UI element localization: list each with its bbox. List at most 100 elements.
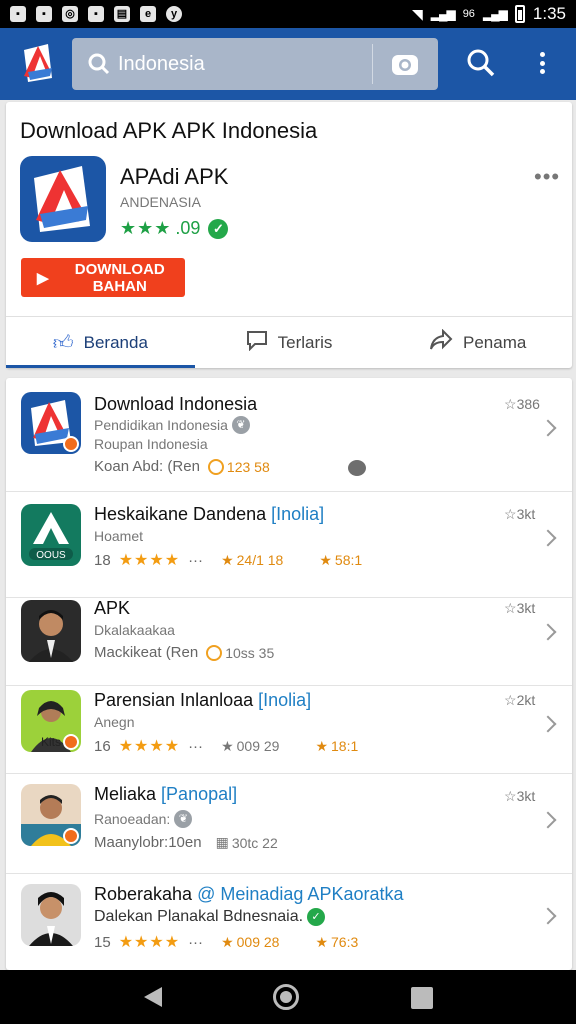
back-icon[interactable] bbox=[144, 987, 162, 1007]
svg-text:Kits: Kits bbox=[41, 735, 61, 749]
list-item[interactable]: Kits Parensian Inlanloaa [Inolia] Anegn … bbox=[6, 686, 572, 774]
app-title: Heskaikane Dandena [Inolia] bbox=[94, 504, 325, 524]
app-meta: Mackikeat (Ren 10ss 35 bbox=[94, 644, 275, 661]
app-logo-icon[interactable] bbox=[20, 42, 56, 86]
app-meta: Maanylobr:10en ▦ 30tc 22 bbox=[94, 834, 278, 851]
tab-label: Penama bbox=[463, 332, 527, 352]
tab-label: Terlaris bbox=[277, 332, 333, 352]
star-rating-icon: ★★★★ bbox=[118, 552, 181, 569]
photo-icon: ▪ bbox=[10, 6, 26, 22]
leaf-icon: ❦ bbox=[231, 416, 250, 434]
app-subtitle: Dkalakaakaa bbox=[94, 622, 175, 638]
more-options-icon[interactable] bbox=[534, 46, 550, 80]
system-nav-bar bbox=[0, 970, 576, 1024]
list-item[interactable]: OOUS Heskaikane Dandena [Inolia] Hoamet … bbox=[6, 492, 572, 598]
list-item[interactable]: Meliaka [Panopal] Ranoeadan: ❦ Maanylobr:… bbox=[6, 774, 572, 874]
app-meta: 18 ★★★★ ··· ★ 24/1 18 ★ 58:1 bbox=[94, 551, 363, 570]
app-publisher: ANDENASIA bbox=[120, 194, 201, 210]
search-icon[interactable] bbox=[466, 48, 496, 78]
search-box[interactable] bbox=[72, 38, 438, 90]
chevron-right-icon[interactable] bbox=[539, 811, 557, 829]
app-meta: 15 ★★★★ ··· ★ 009 28 ★ 76:3 bbox=[94, 933, 359, 952]
badge-icon bbox=[63, 436, 79, 452]
star-count: ☆2kt bbox=[504, 692, 536, 708]
app-subtitle: Pendidikan Indonesia ❦ bbox=[94, 416, 250, 434]
list-item[interactable]: Download Indonesia Pendidikan Indonesia ❦… bbox=[6, 378, 572, 492]
signal-label: 96 bbox=[462, 8, 475, 20]
more-icon[interactable]: ••• bbox=[534, 164, 560, 190]
page-title: Download APK APK Indonesia bbox=[20, 118, 318, 143]
app-subtitle: Dalekan Planakal Bdnesnaia. ✓ bbox=[94, 908, 326, 926]
star-count: ☆3kt bbox=[504, 788, 536, 804]
app-title: Roberakaha @ Meinadiag APKaoratka bbox=[94, 884, 404, 904]
app-category: Roupan Indonesia bbox=[94, 436, 208, 452]
verified-icon: ✓ bbox=[208, 218, 229, 239]
signal-icon: ▂▄▆ bbox=[482, 7, 508, 21]
rating-icon bbox=[207, 458, 224, 475]
tab-terlaris[interactable]: Terlaris bbox=[195, 317, 384, 368]
avatar bbox=[21, 884, 81, 946]
app-subtitle: Ranoeadan: ❦ bbox=[94, 810, 193, 828]
star-rating-icon: ★★★★ bbox=[118, 934, 181, 951]
yahoo-icon: y bbox=[166, 6, 182, 22]
app-subtitle: Hoamet bbox=[94, 528, 144, 544]
instagram-icon: ◎ bbox=[62, 6, 78, 22]
app-title: Download Indonesia bbox=[94, 394, 258, 414]
tab-beranda[interactable]: 👍︎ Beranda bbox=[6, 317, 195, 368]
avatar: Kits bbox=[21, 690, 81, 752]
tab-bar: 👍︎ Beranda Terlaris Penama bbox=[6, 316, 572, 368]
badge-icon bbox=[63, 828, 79, 844]
home-icon[interactable] bbox=[273, 984, 299, 1010]
app-title: Parensian Inlanloaa [Inolia] bbox=[94, 690, 312, 710]
chat-icon bbox=[348, 460, 366, 476]
svg-text:OOUS: OOUS bbox=[36, 550, 66, 561]
star-rating-icon: ★★★★ bbox=[118, 738, 181, 755]
app-name: APAdi APK bbox=[120, 164, 229, 189]
more-dots: ··· bbox=[188, 551, 204, 569]
app-icon bbox=[21, 392, 81, 454]
chevron-right-icon[interactable] bbox=[539, 715, 557, 733]
star-count: ☆3kt bbox=[504, 506, 536, 522]
app-icon: OOUS bbox=[21, 504, 81, 566]
chevron-right-icon[interactable] bbox=[539, 907, 557, 925]
more-dots: ··· bbox=[188, 933, 204, 951]
share-icon bbox=[429, 328, 453, 356]
camera-icon[interactable] bbox=[390, 50, 420, 78]
signal-icon: ▂▄▆ bbox=[430, 7, 456, 21]
app-bar bbox=[0, 28, 576, 100]
photo-icon: ▪ bbox=[36, 6, 52, 22]
comment-icon bbox=[246, 329, 268, 356]
chevron-right-icon[interactable] bbox=[539, 419, 557, 437]
list-item[interactable]: Roberakaha @ Meinadiag APKaoratka Daleka… bbox=[6, 874, 572, 970]
chevron-right-icon[interactable] bbox=[539, 623, 557, 641]
thumbs-up-icon: 👍︎ bbox=[52, 331, 74, 354]
app-title: APK bbox=[94, 598, 131, 618]
recent-apps-icon[interactable] bbox=[411, 987, 433, 1009]
download-label: DOWNLOAD BAHAN bbox=[74, 260, 165, 295]
tab-penama[interactable]: Penama bbox=[383, 317, 572, 368]
star-count: ☆386 bbox=[504, 396, 540, 412]
tab-label: Beranda bbox=[83, 332, 148, 352]
search-input[interactable] bbox=[118, 52, 378, 76]
photo-icon: ▪ bbox=[88, 6, 104, 22]
play-icon: ▶ bbox=[37, 269, 49, 287]
avatar bbox=[21, 784, 81, 846]
app-header-card: Download APK APK Indonesia APAdi APK AND… bbox=[6, 102, 572, 368]
app-list: Download Indonesia Pendidikan Indonesia ❦… bbox=[6, 378, 572, 970]
clock: 1:35 bbox=[532, 4, 566, 23]
app-icon[interactable] bbox=[20, 156, 106, 242]
app-meta: Koan Abd: (Ren 123 58 bbox=[94, 458, 270, 475]
list-item[interactable]: APK Dkalakaakaa Mackikeat (Ren 10ss 35 ☆… bbox=[6, 598, 572, 686]
rating-icon bbox=[206, 644, 223, 661]
verified-icon: ✓ bbox=[307, 908, 326, 926]
more-dots: ··· bbox=[188, 737, 204, 755]
app-subtitle: Anegn bbox=[94, 714, 135, 730]
news-icon: ▤ bbox=[114, 6, 130, 22]
app-title: Meliaka [Panopal] bbox=[94, 784, 238, 804]
download-button[interactable]: ▶ DOWNLOAD BAHAN bbox=[21, 258, 185, 297]
chevron-right-icon[interactable] bbox=[539, 529, 557, 547]
search-icon bbox=[88, 53, 110, 75]
search-divider bbox=[372, 44, 373, 84]
app-meta: 16 ★★★★ ··· ★ 009 29 ★ 18:1 bbox=[94, 737, 359, 756]
avatar bbox=[21, 600, 81, 662]
